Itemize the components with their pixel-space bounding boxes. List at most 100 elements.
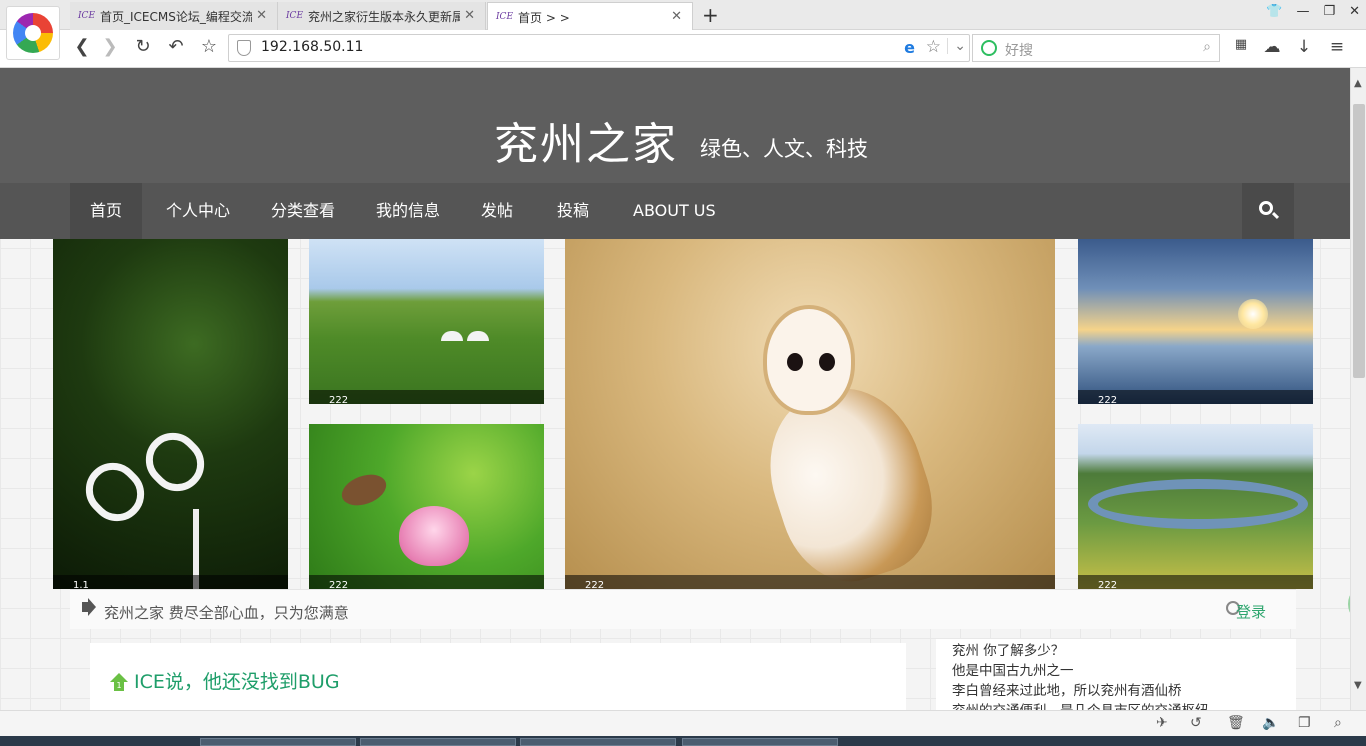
nav-about-us[interactable]: ABOUT US: [613, 183, 736, 239]
browser-tab-bar: ICE 首页_ICECMS论坛_编程交流 ✕ ICE 兖州之家衍生版本永久更新属…: [0, 0, 1366, 31]
taskbar-item[interactable]: [682, 738, 838, 746]
nav-my-info[interactable]: 我的信息: [356, 183, 460, 239]
tab-close-icon[interactable]: ✕: [256, 8, 267, 23]
forward-icon[interactable]: ❯: [98, 36, 122, 57]
notice-bar: 兖州之家 费尽全部心血，只为您满意 登录: [70, 589, 1296, 629]
tile-caption: 222: [1078, 390, 1313, 404]
haosou-logo-icon: [981, 40, 997, 56]
intro-line: 他是中国古九州之一: [952, 663, 1074, 679]
apps-grid-icon[interactable]: ▦: [1230, 37, 1252, 52]
search-placeholder[interactable]: 好搜: [1005, 40, 1033, 60]
url-text[interactable]: 192.168.50.11: [261, 39, 363, 55]
cloud-icon[interactable]: ☁: [1261, 37, 1283, 57]
tab-label: 兖州之家衍生版本永久更新属: [308, 9, 461, 24]
photo-tile-grassland[interactable]: 222: [309, 239, 544, 404]
ice-favicon-icon: ICE: [286, 11, 304, 21]
tile-caption: 222: [309, 390, 544, 404]
tab-forum[interactable]: ICE 首页_ICECMS论坛_编程交流 ✕: [70, 2, 278, 30]
owl-face-shape: [763, 305, 855, 415]
browser-status-bar: ✈ ↺ 🗑 🔈 ❐ ⌕: [0, 710, 1366, 736]
close-window-icon[interactable]: ✕: [1349, 4, 1360, 19]
photo-tile-river[interactable]: 222: [1078, 424, 1313, 589]
photo-tile-hearts[interactable]: 1.1: [53, 239, 288, 589]
tab-yanzhou-version[interactable]: ICE 兖州之家衍生版本永久更新属 ✕: [278, 2, 486, 30]
photo-tile-sunset[interactable]: 222: [1078, 239, 1313, 404]
post-card: 1 ICE说，他还没找到BUG: [90, 643, 906, 710]
window-icon[interactable]: ❐: [1298, 715, 1311, 731]
scroll-up-icon[interactable]: ▲: [1354, 78, 1362, 89]
heart-shape: [74, 451, 156, 533]
new-tab-button[interactable]: +: [702, 3, 719, 27]
intro-line: 兖州 你了解多少？: [952, 643, 1065, 659]
back-icon[interactable]: ❮: [70, 36, 94, 57]
tab-close-icon[interactable]: ✕: [464, 8, 475, 23]
owl-eye: [787, 353, 803, 371]
scroll-down-icon[interactable]: ▼: [1354, 680, 1362, 691]
river-shape: [1088, 479, 1308, 529]
rank-badge: 1: [114, 681, 124, 691]
skin-shirt-icon[interactable]: 👕: [1266, 4, 1282, 19]
ie-mode-icon[interactable]: e: [904, 38, 915, 57]
intro-sidebar: 兖州 你了解多少？ 他是中国古九州之一 李白曾经来过此地，所以兖州有酒仙桥 兖州…: [936, 639, 1296, 710]
download-icon[interactable]: ↓: [1293, 37, 1315, 57]
notice-text: 兖州之家 费尽全部心血，只为您满意: [104, 604, 349, 622]
chevron-down-icon[interactable]: ⌄: [947, 38, 966, 54]
os-taskbar: [0, 736, 1366, 746]
tab-label: 首页_ICECMS论坛_编程交流: [100, 9, 253, 24]
menu-icon[interactable]: ≡: [1326, 37, 1348, 57]
zoom-icon[interactable]: ⌕: [1334, 715, 1342, 731]
post-title[interactable]: ICE说，他还没找到BUG: [134, 667, 340, 694]
photo-tile-owl[interactable]: 222: [565, 239, 1055, 589]
tile-caption: 222: [309, 575, 544, 589]
address-bar[interactable]: 192.168.50.11 e ☆ ⌄: [228, 34, 970, 62]
site-nav: 首页 个人中心 分类查看 我的信息 发帖 投稿 ABOUT US: [0, 183, 1350, 239]
scroll-thumb[interactable]: [1353, 104, 1365, 378]
tile-caption: 222: [565, 575, 1055, 589]
bird-shape: [337, 468, 391, 512]
page-scrollbar[interactable]: ▲ ▼: [1350, 68, 1366, 710]
security-shield-icon: [237, 40, 251, 56]
taskbar-item[interactable]: [360, 738, 516, 746]
tab-home-active[interactable]: ICE 首页 > > ✕: [487, 2, 693, 31]
nav-personal-center[interactable]: 个人中心: [146, 183, 250, 239]
reload-icon[interactable]: ↻: [131, 36, 155, 57]
browser-logo-icon[interactable]: [6, 6, 60, 60]
tab-close-icon[interactable]: ✕: [671, 9, 682, 24]
ice-favicon-icon: ICE: [496, 12, 514, 22]
nav-post[interactable]: 发帖: [461, 183, 533, 239]
undo-close-icon[interactable]: ↶: [164, 36, 188, 57]
nav-submit[interactable]: 投稿: [537, 183, 609, 239]
nav-home[interactable]: 首页: [70, 183, 143, 239]
sun-shape: [1238, 299, 1268, 329]
nav-categories[interactable]: 分类查看: [251, 183, 355, 239]
yurt-shape: [441, 331, 463, 341]
site-title: 兖州之家: [494, 119, 678, 170]
search-box[interactable]: 好搜 ⌕: [972, 34, 1220, 62]
search-icon[interactable]: ⌕: [1203, 39, 1211, 55]
intro-line: 李白曾经来过此地，所以兖州有酒仙桥: [952, 683, 1182, 699]
refresh-circle-icon[interactable]: ↺: [1190, 715, 1202, 731]
favorite-star-icon[interactable]: ☆: [926, 37, 941, 57]
pin-icon[interactable]: ✈: [1156, 715, 1168, 731]
search-icon-handle: [1271, 211, 1280, 220]
tile-caption: 1.1: [53, 575, 288, 589]
maximize-icon[interactable]: ❐: [1323, 4, 1335, 19]
site-slogan: 绿色、人文、科技: [700, 137, 868, 161]
tile-caption: 222: [1078, 575, 1313, 589]
bookmark-star-icon[interactable]: ☆: [197, 36, 221, 57]
tab-label: 首页 > >: [518, 10, 570, 25]
site-header: 兖州之家 绿色、人文、科技: [0, 68, 1350, 183]
lotus-flower-shape: [399, 506, 469, 566]
browser-toolbar: ❮ ❯ ↻ ↶ ☆ 192.168.50.11 e ☆ ⌄ 好搜 ⌕ ▦ ☁ ↓…: [0, 30, 1366, 68]
taskbar-item[interactable]: [520, 738, 676, 746]
nav-search-button[interactable]: [1242, 183, 1294, 239]
login-link[interactable]: 登录: [1236, 601, 1266, 622]
volume-icon[interactable]: 🔈: [1262, 715, 1279, 731]
photo-tile-lotus[interactable]: 222: [309, 424, 544, 589]
trash-icon[interactable]: 🗑: [1227, 715, 1245, 731]
page-viewport: 兖州之家 绿色、人文、科技 首页 个人中心 分类查看 我的信息 发帖 投稿 AB…: [0, 68, 1350, 710]
taskbar-item[interactable]: [200, 738, 356, 746]
minimize-icon[interactable]: —: [1296, 4, 1309, 19]
owl-eye: [819, 353, 835, 371]
search-icon: [1259, 201, 1273, 215]
